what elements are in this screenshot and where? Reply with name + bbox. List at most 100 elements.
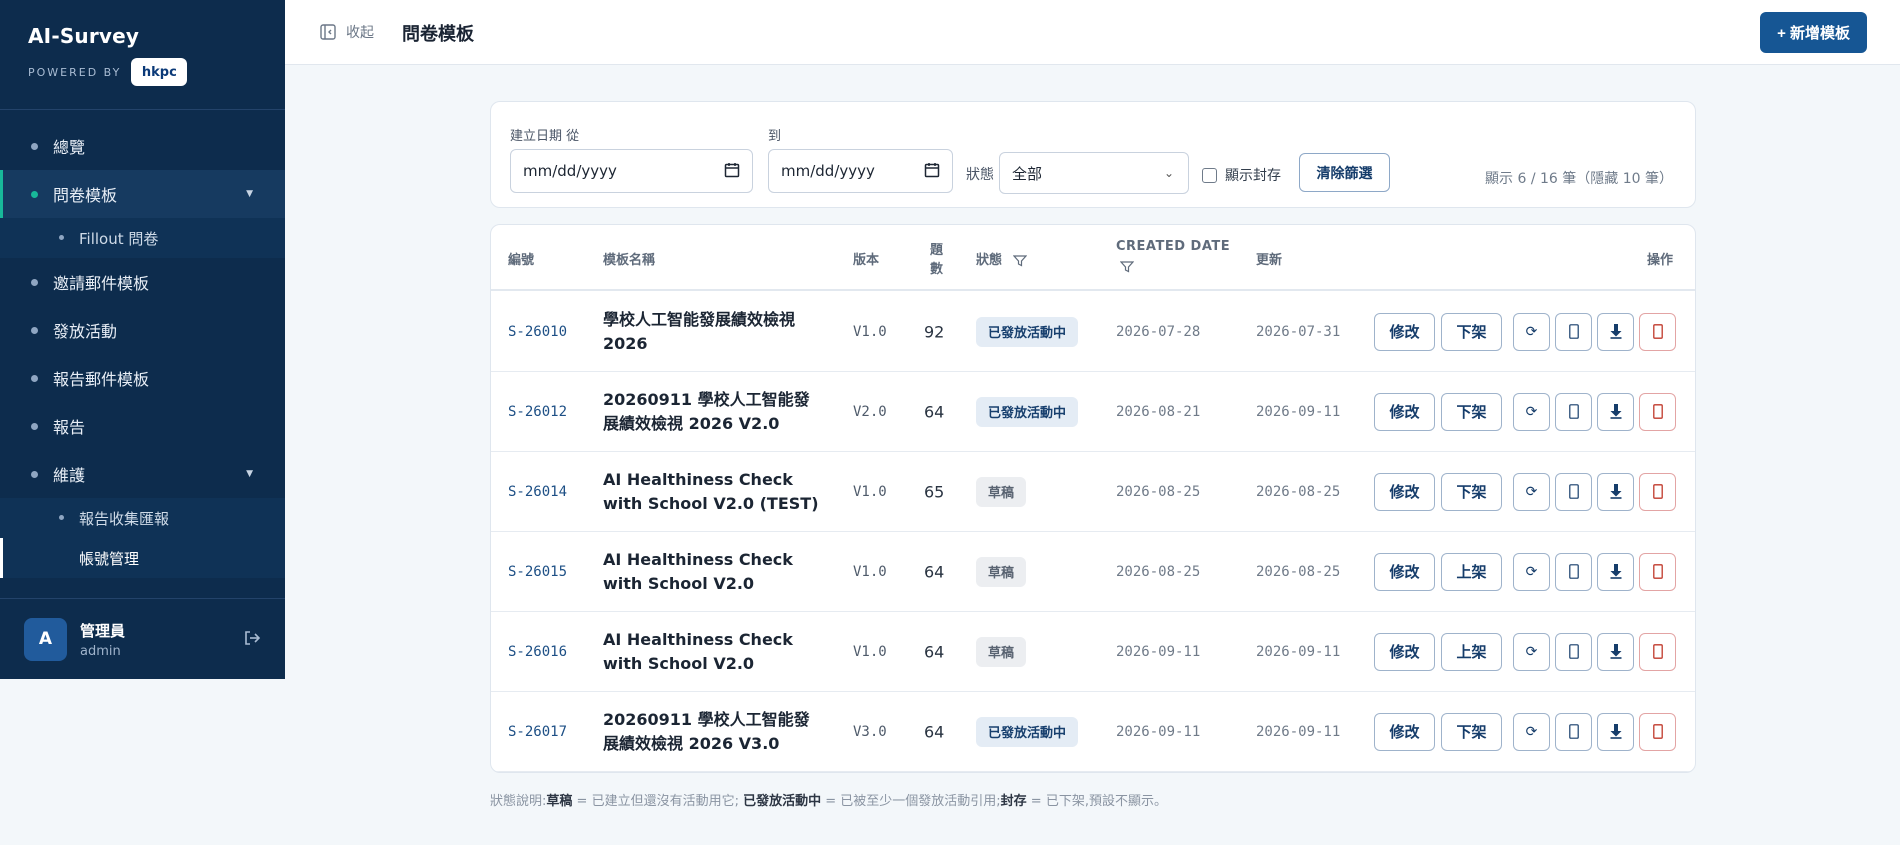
sidebar-subitem-accounts[interactable]: 帳號管理 (0, 538, 285, 578)
collapse-label: 收起 (346, 25, 374, 41)
edit-button[interactable]: 修改 (1374, 552, 1435, 591)
toggle-publish-button[interactable]: 下架 (1441, 712, 1502, 751)
edit-button[interactable]: 修改 (1374, 312, 1435, 351)
row-actions: 修改 上架 ⟳ (1374, 552, 1676, 591)
sidebar: AI-Survey POWERED BY hkpc 總覽 問卷模板 ▼ Fillo… (0, 0, 285, 679)
delete-button[interactable] (1639, 632, 1676, 671)
filter-icon[interactable] (1120, 261, 1134, 273)
bullet-icon (59, 515, 64, 520)
sidebar-item-templates[interactable]: 問卷模板 ▼ (0, 170, 285, 218)
template-name[interactable]: AI Healthiness Check with School V2.0 (603, 548, 823, 596)
template-code[interactable]: S-26016 (508, 644, 567, 660)
date-from-value: mm/dd/yyyy (523, 162, 617, 180)
copy-button[interactable] (1555, 552, 1592, 591)
download-button[interactable] (1597, 392, 1634, 431)
updated-date: 2026-09-11 (1256, 723, 1341, 740)
template-code[interactable]: S-26015 (508, 564, 567, 580)
refresh-icon: ⟳ (1525, 483, 1538, 499)
toggle-publish-button[interactable]: 下架 (1441, 472, 1502, 511)
calendar-icon[interactable] (724, 162, 740, 178)
refresh-button[interactable]: ⟳ (1513, 552, 1550, 591)
copy-button[interactable] (1555, 632, 1592, 671)
header-questions-1[interactable]: 題 (930, 239, 943, 258)
edit-button[interactable]: 修改 (1374, 392, 1435, 431)
add-template-button[interactable]: + 新增模板 (1760, 12, 1867, 53)
header-status[interactable]: 狀態 (976, 249, 1027, 268)
header-created[interactable]: CREATED DATE (1116, 239, 1230, 254)
sidebar-subitem-report-collect[interactable]: 報告收集匯報 (0, 498, 285, 538)
download-icon (1610, 724, 1621, 739)
download-icon (1610, 484, 1621, 499)
show-archived-toggle[interactable]: 顯示封存 (1202, 165, 1281, 185)
brand: AI-Survey POWERED BY hkpc (0, 0, 285, 110)
logout-icon[interactable] (243, 629, 261, 647)
date-from-input[interactable]: mm/dd/yyyy (510, 149, 753, 193)
header-updated[interactable]: 更新 (1256, 249, 1282, 268)
collapse-button[interactable]: 收起 (319, 22, 374, 42)
sidebar-item-campaigns[interactable]: 發放活動 (0, 306, 285, 354)
template-code[interactable]: S-26014 (508, 484, 567, 500)
date-to-input[interactable]: mm/dd/yyyy (768, 149, 953, 193)
filter-icon[interactable] (1012, 254, 1027, 267)
refresh-button[interactable]: ⟳ (1513, 392, 1550, 431)
toggle-publish-button[interactable]: 上架 (1441, 552, 1502, 591)
download-button[interactable] (1597, 712, 1634, 751)
sidebar-subitem-fillout[interactable]: Fillout 問卷 (0, 218, 285, 258)
refresh-button[interactable]: ⟳ (1513, 312, 1550, 351)
header-version[interactable]: 版本 (853, 249, 879, 268)
toggle-publish-button[interactable]: 下架 (1441, 392, 1502, 431)
user-info: 管理員 admin (80, 620, 125, 659)
download-button[interactable] (1597, 312, 1634, 351)
delete-button[interactable] (1639, 392, 1676, 431)
download-button[interactable] (1597, 632, 1634, 671)
template-code[interactable]: S-26017 (508, 724, 567, 740)
template-name[interactable]: AI Healthiness Check with School V2.0 (603, 628, 823, 676)
show-archived-checkbox[interactable] (1202, 167, 1217, 183)
refresh-button[interactable]: ⟳ (1513, 632, 1550, 671)
toggle-publish-button[interactable]: 上架 (1441, 632, 1502, 671)
toggle-publish-button[interactable]: 下架 (1441, 312, 1502, 351)
header-code[interactable]: 編號 (508, 249, 534, 268)
row-actions: 修改 下架 ⟳ (1374, 312, 1676, 351)
template-code[interactable]: S-26010 (508, 324, 567, 340)
sidebar-item-report-mail[interactable]: 報告郵件模板 (0, 354, 285, 402)
date-from-label: 建立日期 從 (510, 129, 580, 144)
clear-filters-button[interactable]: 清除篩選 (1299, 153, 1390, 192)
delete-button[interactable] (1639, 472, 1676, 511)
calendar-icon[interactable] (924, 162, 940, 178)
template-name[interactable]: 學校人工智能發展績效檢視 2026 (603, 308, 823, 356)
edit-button[interactable]: 修改 (1374, 472, 1435, 511)
copy-button[interactable] (1555, 392, 1592, 431)
template-name[interactable]: 20260911 學校人工智能發展績效檢視 2026 V3.0 (603, 708, 823, 756)
sidebar-item-reports[interactable]: 報告 (0, 402, 285, 450)
updated-date: 2026-08-25 (1256, 483, 1341, 500)
download-button[interactable] (1597, 552, 1634, 591)
question-count: 64 (924, 402, 945, 421)
sidebar-item-invite-mail[interactable]: 邀請郵件模板 (0, 258, 285, 306)
sidebar-item-maintenance[interactable]: 維護 ▼ (0, 450, 285, 498)
copy-button[interactable] (1555, 712, 1592, 751)
sidebar-item-label: Fillout 問卷 (79, 229, 159, 248)
edit-button[interactable]: 修改 (1374, 632, 1435, 671)
delete-button[interactable] (1639, 712, 1676, 751)
refresh-icon: ⟳ (1525, 323, 1538, 339)
delete-button[interactable] (1639, 312, 1676, 351)
copy-button[interactable] (1555, 312, 1592, 351)
sidebar-item-label: 報告 (53, 418, 86, 437)
download-button[interactable] (1597, 472, 1634, 511)
copy-button[interactable] (1555, 472, 1592, 511)
refresh-button[interactable]: ⟳ (1513, 712, 1550, 751)
refresh-button[interactable]: ⟳ (1513, 472, 1550, 511)
header-name[interactable]: 模板名稱 (603, 249, 655, 268)
row-actions: 修改 下架 ⟳ (1374, 472, 1676, 511)
table-row: S-26015 AI Healthiness Check with School … (491, 532, 1695, 612)
template-code[interactable]: S-26012 (508, 404, 567, 420)
header-questions-2[interactable]: 數 (930, 258, 943, 277)
delete-button[interactable] (1639, 552, 1676, 591)
template-name[interactable]: AI Healthiness Check with School V2.0 (T… (603, 468, 823, 516)
edit-button[interactable]: 修改 (1374, 712, 1435, 751)
sidebar-item-overview[interactable]: 總覽 (0, 122, 285, 170)
table-row: S-26012 20260911 學校人工智能發展績效檢視 2026 V2.0 V2… (491, 372, 1695, 452)
template-name[interactable]: 20260911 學校人工智能發展績效檢視 2026 V2.0 (603, 388, 823, 436)
status-select[interactable]: 全部 ⌄ (999, 152, 1189, 194)
